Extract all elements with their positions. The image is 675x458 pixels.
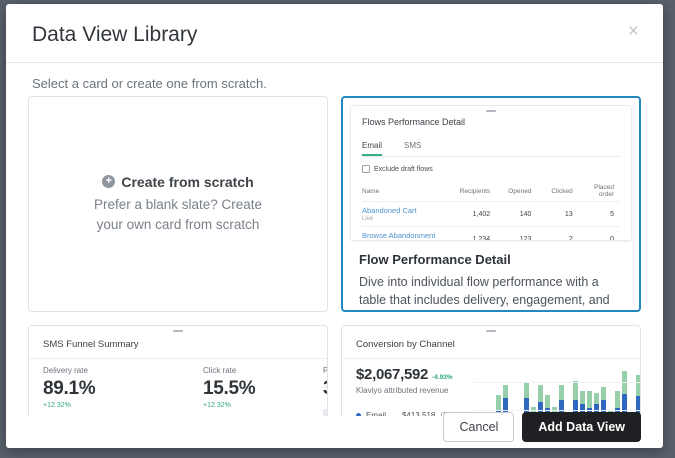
bar-segment-green — [559, 385, 564, 400]
kpi-delta: +12.32% — [43, 402, 203, 409]
kpi-0: Delivery rate 89.1% +12.32% — [43, 366, 203, 416]
legend-dot-icon — [356, 413, 361, 416]
metric-cell: 123 — [496, 236, 537, 242]
column-header: Placed order — [579, 184, 620, 198]
create-from-scratch-card[interactable]: + Create from scratch Prefer a blank sla… — [28, 96, 328, 312]
legend-value: $413,518 — [402, 411, 435, 416]
flow-card-preview-thumbnail: Flows Performance Detail Email SMS Exclud… — [350, 105, 632, 241]
bar-segment-green — [594, 393, 599, 404]
column-header: Opened — [496, 188, 537, 195]
sms-card-title: SMS Funnel Summary — [43, 339, 313, 350]
page-title: Data View Library — [6, 4, 663, 62]
kpi-label: Delivery rate — [43, 366, 203, 375]
create-from-scratch-label: Create from scratch — [121, 174, 253, 190]
create-from-scratch-description: Prefer a blank slate? Create your own ca… — [94, 195, 262, 234]
attributed-revenue-delta: -4.93% — [432, 374, 453, 381]
bar-segment-green — [587, 391, 592, 408]
close-icon[interactable]: × — [628, 22, 639, 41]
mini-tab-sms: SMS — [404, 141, 421, 154]
conversion-by-channel-card[interactable]: Conversion by Channel $2,067,592 -4.93% … — [341, 325, 641, 416]
conversion-bar-chart — [474, 370, 641, 416]
conversion-card-title: Conversion by Channel — [356, 339, 626, 350]
table-header-row: NameRecipientsOpenedClickedPlaced order — [362, 182, 620, 201]
chart-gridline — [474, 410, 641, 411]
bar-segment-green — [580, 391, 585, 404]
sms-card-divider — [29, 358, 327, 359]
metric-cell: 13 — [537, 211, 578, 218]
cancel-button[interactable]: Cancel — [443, 412, 514, 442]
exclude-draft-flows-checkbox — [362, 165, 370, 173]
sms-metrics-row: Delivery rate89.1%+12.32%Click rate15.5%… — [43, 366, 313, 416]
bar-segment-green — [496, 395, 501, 410]
metric-cell: 1,402 — [455, 211, 496, 218]
metric-cell: 5 — [579, 211, 620, 218]
conversion-card-divider — [342, 358, 640, 359]
preview-flows-table: NameRecipientsOpenedClickedPlaced orderA… — [362, 182, 620, 241]
table-row: Browse AbandonmentDraft1,23412320 — [362, 226, 620, 241]
flow-card-title: Flow Performance Detail — [359, 252, 623, 267]
bar-segment-green — [573, 381, 578, 400]
attributed-revenue-label: Klaviyo attributed revenue — [356, 386, 474, 395]
bar-segment-green — [503, 385, 508, 398]
drag-handle-icon — [486, 110, 496, 112]
create-from-scratch-header: + Create from scratch — [102, 174, 253, 190]
bar-segment-green — [545, 395, 550, 408]
bar-segment-green — [615, 391, 620, 408]
column-header: Recipients — [455, 188, 496, 195]
kpi-2: P3 — [323, 366, 328, 416]
modal-subtitle: Select a card or create one from scratch… — [6, 63, 663, 91]
flow-card-caption: Flow Performance Detail Dive into indivi… — [343, 241, 639, 312]
legend-label: Email — [366, 411, 386, 416]
flow-name-cell: Abandoned CartLive — [362, 206, 455, 222]
column-header: Clicked — [537, 188, 578, 195]
bar-segment-green — [524, 383, 529, 398]
attributed-revenue-value: $2,067,592 — [356, 366, 428, 383]
modal-footer: Cancel Add Data View — [443, 412, 641, 442]
drag-handle-icon — [173, 330, 183, 332]
add-data-view-button[interactable]: Add Data View — [522, 412, 641, 442]
conversion-card-body: $2,067,592 -4.93% Klaviyo attributed rev… — [356, 366, 626, 416]
bar-segment-green — [636, 375, 641, 396]
preview-tabs: Email SMS — [362, 135, 620, 157]
kpi-value: 89.1% — [43, 378, 203, 400]
flow-name-cell: Browse AbandonmentDraft — [362, 231, 455, 241]
exclude-draft-flows-row: Exclude draft flows — [362, 165, 620, 173]
table-row: Abandoned CartLive1,402140135 — [362, 201, 620, 226]
drag-handle-icon — [486, 330, 496, 332]
metric-cell: 1,234 — [455, 236, 496, 242]
funnel-bar — [323, 409, 328, 416]
data-view-library-modal: Data View Library × Select a card or cre… — [6, 4, 663, 448]
sms-funnel-summary-card[interactable]: SMS Funnel Summary Delivery rate89.1%+12… — [28, 325, 328, 416]
kpi-value: 15.5% — [203, 378, 323, 400]
mini-tab-email: Email — [362, 141, 382, 156]
kpi-1: Click rate 15.5% +12.32% — [203, 366, 323, 416]
conversion-summary: $2,067,592 -4.93% Klaviyo attributed rev… — [356, 366, 474, 416]
kpi-label: Click rate — [203, 366, 323, 375]
exclude-draft-flows-label: Exclude draft flows — [374, 166, 433, 173]
metric-cell: 0 — [579, 236, 620, 242]
kpi-value: 3 — [323, 378, 328, 400]
metric-cell: 140 — [496, 211, 537, 218]
chart-gridline — [474, 382, 641, 383]
preview-title: Flows Performance Detail — [362, 117, 620, 127]
card-library-grid: + Create from scratch Prefer a blank sla… — [28, 96, 641, 416]
column-header: Name — [362, 188, 455, 195]
flow-name-link: Abandoned Cart — [362, 206, 455, 215]
flow-status-label: Live — [362, 216, 455, 222]
flow-performance-detail-card[interactable]: Flows Performance Detail Email SMS Exclud… — [341, 96, 641, 312]
flow-name-link: Browse Abandonment — [362, 231, 455, 240]
kpi-delta: +12.32% — [203, 402, 323, 409]
bar-segment-green — [538, 385, 543, 402]
kpi-label: P — [323, 366, 328, 375]
flow-card-description: Dive into individual flow performance wi… — [359, 273, 623, 312]
plus-circle-icon: + — [102, 175, 115, 188]
bar-segment-green — [601, 387, 606, 400]
metric-cell: 2 — [537, 236, 578, 242]
